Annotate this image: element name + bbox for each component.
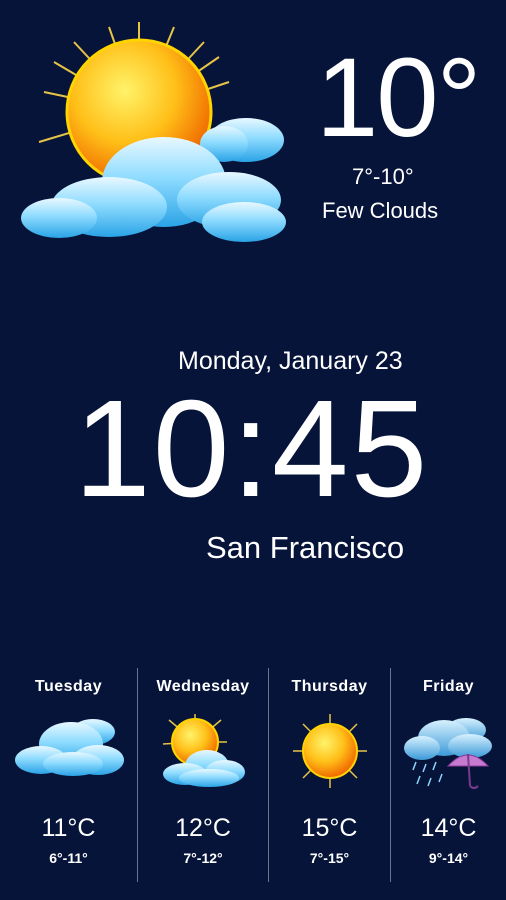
partly-cloudy-icon — [159, 714, 247, 793]
cloudy-icon — [13, 714, 125, 781]
forecast-range: 6°-11° — [49, 850, 88, 866]
forecast-day-tuesday[interactable]: Tuesday 11°C 6°-11° — [0, 668, 137, 882]
forecast-day-label: Tuesday — [34, 678, 103, 695]
forecast-day-friday[interactable]: Friday 14°C 9°-14° — [391, 668, 506, 882]
temperature-range: 7°-10° — [352, 164, 414, 189]
forecast-range: 7°-15° — [309, 850, 350, 866]
weather-condition: Few Clouds — [322, 198, 439, 223]
forecast-high: 14°C — [420, 814, 477, 842]
city-name: San Francisco — [206, 530, 405, 565]
forecast-day-label: Thursday — [291, 678, 368, 695]
forecast-day-wednesday[interactable]: Wednesday 12°C 7°-12° — [138, 668, 268, 882]
forecast-high: 15°C — [301, 814, 358, 842]
sun-with-clouds-icon — [14, 22, 289, 252]
forecast-day-label: Friday — [422, 678, 474, 695]
clock-time: 10:45 — [74, 372, 430, 526]
forecast-high: 11°C — [41, 814, 96, 842]
forecast-range: 9°-14° — [428, 850, 469, 866]
sunny-icon — [292, 714, 367, 793]
forecast-high: 12°C — [175, 814, 231, 842]
forecast-range: 7°-12° — [183, 850, 223, 866]
forecast-day-thursday[interactable]: Thursday 15°C 7°-15° — [269, 668, 390, 882]
rain-umbrella-icon — [403, 714, 494, 799]
current-temperature: 10° — [316, 35, 481, 160]
forecast-day-label: Wednesday — [156, 678, 250, 695]
